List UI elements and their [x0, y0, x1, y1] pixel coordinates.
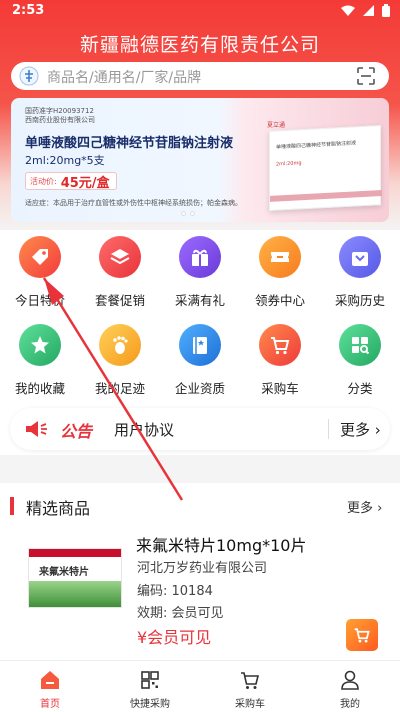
tab-label: 快捷采购 — [130, 699, 170, 710]
grid-item-footprints[interactable]: 我的足迹 — [80, 318, 160, 398]
book-icon — [179, 324, 221, 366]
product-image-band — [29, 549, 121, 557]
status-bar: 2:53 — [0, 0, 400, 22]
grid-item-favorites[interactable]: 我的收藏 — [0, 318, 80, 398]
grid-label: 分类 — [347, 381, 373, 396]
tab-mine[interactable]: 我的 — [310, 665, 390, 711]
qr-code-icon — [141, 671, 159, 689]
grid-item-today-special[interactable]: 今日特价 — [0, 230, 80, 310]
grid-label: 企业资质 — [174, 381, 225, 396]
wifi-icon — [341, 5, 355, 16]
grid-item-purchase-history[interactable]: 采购历史 — [320, 230, 400, 310]
banner-box-brand: 夏立通 — [267, 122, 286, 129]
footprint-icon — [99, 324, 141, 366]
box-text: 单唾液酸四己糖神经节苷脂钠注射液 — [276, 140, 357, 151]
grid-item-category[interactable]: 分类 — [320, 318, 400, 398]
notice-badge: 公告 — [60, 422, 93, 441]
notice-bar[interactable]: 公告 用户协议 更多 › — [10, 408, 390, 450]
section-more-label: 更多 — [347, 501, 374, 516]
promo-banner[interactable]: 国药准字H20093712 西南药业股份有限公司 单唾液酸四己糖神经节苷脂钠注射… — [11, 98, 389, 222]
tag-icon — [19, 236, 61, 278]
grid-item-package-promo[interactable]: 套餐促销 — [80, 230, 160, 310]
product-manufacturer: 河北万岁药业有限公司 — [137, 561, 268, 576]
grid-item-full-gift[interactable]: 采满有礼 — [160, 230, 240, 310]
home-icon — [41, 671, 59, 689]
gift-icon — [179, 236, 221, 278]
user-icon — [341, 670, 359, 690]
cart-icon — [354, 628, 370, 643]
cart-icon — [259, 324, 301, 366]
banner-manufacturer: 西南药业股份有限公司 — [25, 116, 95, 124]
banner-product-name: 单唾液酸四己糖神经节苷脂钠注射液 — [25, 136, 234, 151]
bottom-tab-bar: 首页 快捷采购 采购车 我的 — [0, 660, 400, 712]
grid-label: 采购车 — [261, 381, 299, 396]
search-bar[interactable]: 商品名/通用名/厂家/品牌 — [11, 62, 389, 90]
layers-icon — [99, 236, 141, 278]
star-icon — [19, 324, 61, 366]
product-image-label: 来氟米特片 — [39, 567, 89, 578]
scan-icon[interactable] — [357, 67, 375, 85]
grid-item-cart[interactable]: 采购车 — [240, 318, 320, 398]
grid-label: 今日特价 — [14, 293, 65, 308]
banner-price-label: 活动价: — [30, 176, 57, 186]
section-more-link[interactable]: 更多 › — [347, 497, 382, 516]
company-logo-icon — [19, 66, 39, 86]
product-image-grass — [29, 581, 121, 607]
product-expiry: 效期: 会员可见 — [137, 606, 224, 621]
product-box-image: 单唾液酸四己糖神经节苷脂钠注射液 2ml:20mg — [269, 125, 382, 211]
notice-more-label: 更多 — [340, 421, 371, 439]
grid-item-coupon-center[interactable]: 领券中心 — [240, 230, 320, 310]
tab-home[interactable]: 首页 — [10, 665, 90, 711]
featured-section: 精选商品 更多 › 来氟米特片 来氟米特片10mg*10片 河北万岁药业有限公司… — [0, 483, 400, 663]
add-to-cart-button[interactable] — [346, 619, 378, 651]
tab-label: 首页 — [40, 699, 60, 710]
box-strip — [270, 190, 382, 202]
ticket-icon — [259, 236, 301, 278]
product-name[interactable]: 来氟米特片10mg*10片 — [136, 532, 306, 556]
notice-divider — [328, 419, 329, 439]
bag-icon — [339, 236, 381, 278]
grid-label: 采满有礼 — [174, 293, 225, 308]
grid-label: 我的收藏 — [14, 381, 65, 396]
battery-icon — [382, 4, 390, 17]
banner-price-value: 45元/盒 — [60, 175, 110, 191]
speaker-icon — [26, 421, 47, 437]
tab-label: 我的 — [340, 699, 360, 710]
status-icons — [341, 4, 390, 17]
grid-item-qualification[interactable]: 企业资质 — [160, 318, 240, 398]
banner-spec: 2ml:20mg*5支 — [25, 154, 105, 167]
cart-icon — [241, 672, 260, 689]
tab-label: 采购车 — [235, 699, 265, 710]
product-price: ¥会员可见 — [137, 628, 212, 647]
notice-message[interactable]: 用户协议 — [114, 419, 174, 440]
grid-label: 我的足迹 — [94, 381, 145, 396]
banner-price-tag: 活动价: 45元/盒 — [25, 172, 117, 191]
section-accent — [10, 497, 14, 515]
section-title: 精选商品 — [26, 499, 91, 518]
banner-usage: 适应症：本品用于治疗血管性或外伤性中枢神经系统损伤；帕金森病。 — [25, 199, 242, 207]
notice-more-link[interactable]: 更多 › — [340, 419, 381, 440]
grid-label: 套餐促销 — [94, 293, 145, 308]
company-title: 新疆融德医药有限责任公司 — [79, 34, 320, 56]
signal-icon — [363, 5, 374, 16]
grid-label: 领券中心 — [254, 293, 305, 308]
status-time: 2:53 — [12, 3, 45, 18]
tab-quick-purchase[interactable]: 快捷采购 — [110, 665, 190, 711]
grid-label: 采购历史 — [334, 293, 385, 308]
tab-cart[interactable]: 采购车 — [210, 665, 290, 711]
box-spec: 2ml:20mg — [276, 160, 302, 168]
carousel-indicator — [181, 211, 195, 216]
category-icon — [339, 324, 381, 366]
product-code: 编码: 10184 — [137, 584, 213, 599]
search-placeholder: 商品名/通用名/厂家/品牌 — [47, 70, 202, 86]
product-image[interactable]: 来氟米特片 — [28, 548, 122, 608]
